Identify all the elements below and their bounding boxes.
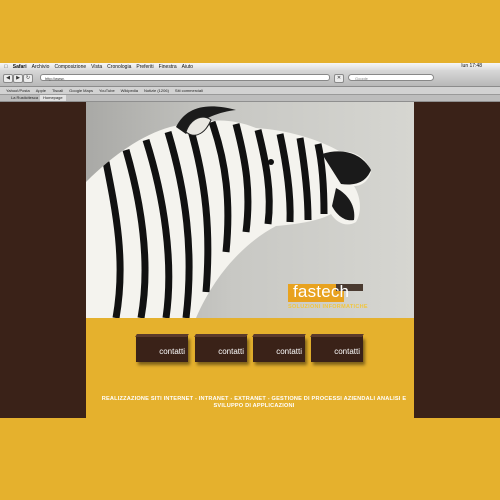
menu-app[interactable]: Safari [13, 64, 27, 70]
contatti-button-1[interactable]: contatti [136, 336, 188, 362]
search-field[interactable]: Google [348, 74, 434, 81]
menu-composizione[interactable]: Composizione [54, 64, 86, 70]
menu-cronologia[interactable]: Cronologia [107, 64, 131, 70]
menu-aiuto[interactable]: Aiuto [182, 64, 193, 70]
tab-homepage[interactable]: Homepage [40, 95, 66, 101]
logo-tagline: SOLUZIONI INFORMATICHE [288, 304, 368, 310]
services-footer: REALIZZAZIONE SITI INTERNET - INTRANET -… [101, 396, 407, 409]
browser-toolbar: ◀ ▶ ↻ http://www. ✕ Google [0, 70, 500, 87]
contatti-button-4[interactable]: contatti [311, 336, 363, 362]
mac-menubar:  Safari Archivio Composizione Vista Cro… [0, 63, 500, 70]
bookmark-item[interactable]: Tiscali [52, 88, 63, 93]
menubar-clock: lun 17:48 [461, 63, 482, 69]
bookmark-item[interactable]: Wikipedia [121, 88, 138, 93]
back-icon[interactable]: ◀ [3, 74, 13, 83]
web-page: fastech SOLUZIONI INFORMATICHE contatti … [0, 102, 500, 418]
bookmark-item[interactable]: Notizie (1206) [144, 88, 169, 93]
zebra-photo: fastech SOLUZIONI INFORMATICHE [86, 102, 414, 318]
bookmark-item[interactable]: Google Maps [69, 88, 93, 93]
bookmark-item[interactable]: Yahoo!/Posta [6, 88, 30, 93]
menu-preferiti[interactable]: Preferiti [136, 64, 153, 70]
zebra-illustration [86, 106, 371, 318]
logo-wordmark: fastech [293, 282, 350, 301]
bookmark-item[interactable]: YouTube [99, 88, 115, 93]
stop-icon[interactable]: ✕ [334, 74, 344, 83]
bookmarks-bar: Yahoo!/Posta Apple Tiscali Google Maps Y… [0, 87, 500, 95]
menu-vista[interactable]: Vista [91, 64, 102, 70]
bookmark-item[interactable]: Siti commerciali [175, 88, 203, 93]
browser-window:  Safari Archivio Composizione Vista Cro… [0, 63, 500, 418]
menu-finestra[interactable]: Finestra [159, 64, 177, 70]
contatti-button-2[interactable]: contatti [195, 336, 247, 362]
bookmark-item[interactable]: Apple [36, 88, 46, 93]
tab-rusticitesca[interactable]: La Rusticitesca [8, 95, 41, 101]
reload-icon[interactable]: ↻ [23, 74, 33, 83]
apple-icon[interactable]:  [4, 64, 8, 70]
forward-icon[interactable]: ▶ [13, 74, 23, 83]
content-column: fastech SOLUZIONI INFORMATICHE contatti … [86, 102, 414, 418]
contatti-button-3[interactable]: contatti [253, 336, 305, 362]
address-bar[interactable]: http://www. [40, 74, 330, 81]
menu-archivio[interactable]: Archivio [32, 64, 50, 70]
tab-bar: La Rusticitesca Homepage [0, 95, 500, 102]
